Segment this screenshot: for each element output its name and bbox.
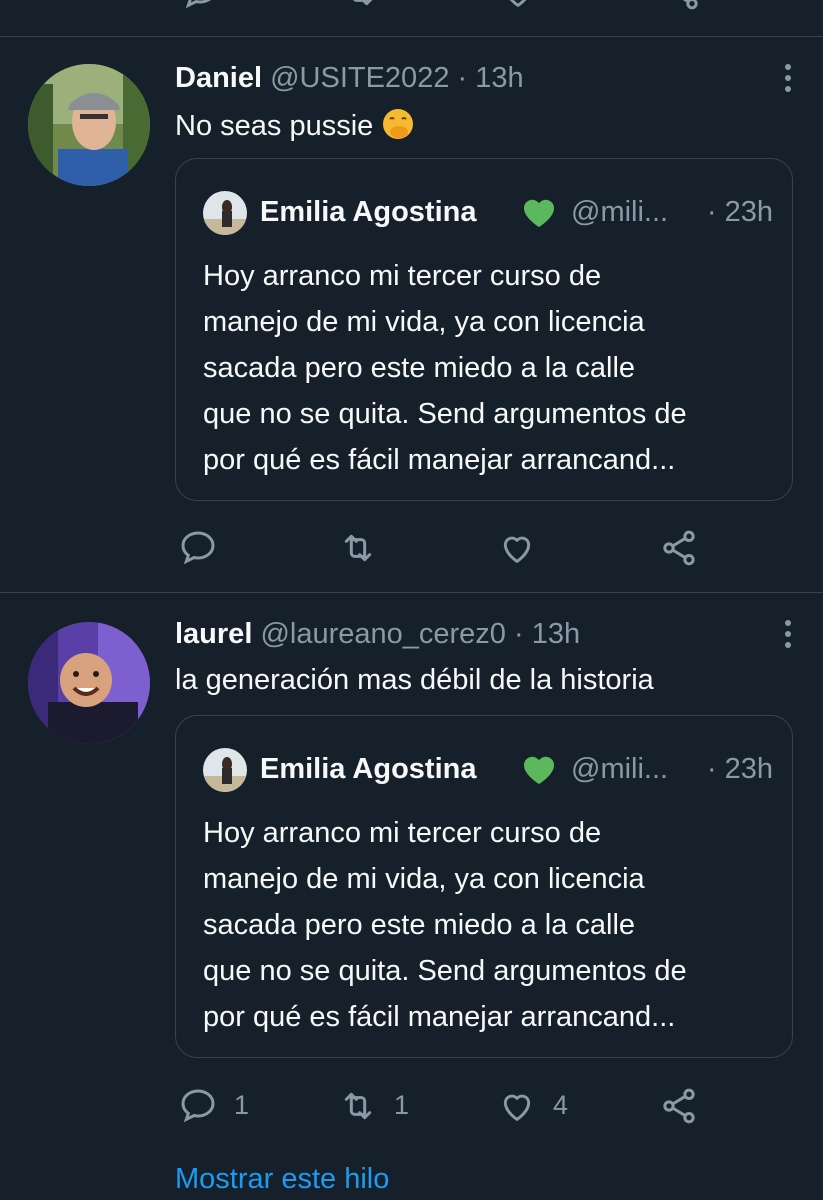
retweet-icon[interactable] bbox=[340, 0, 380, 17]
green-heart-icon bbox=[521, 752, 557, 791]
green-heart-icon bbox=[521, 195, 557, 234]
timestamp[interactable]: 13h bbox=[532, 618, 580, 650]
tweet-text: No seas pussie bbox=[175, 107, 415, 149]
like-icon bbox=[503, 1094, 531, 1121]
author-name[interactable]: Daniel bbox=[175, 62, 262, 94]
quoted-tweet[interactable]: Emilia Agostina @mili... · 23h Hoy arran… bbox=[175, 158, 793, 501]
author-handle[interactable]: @laureano_cerez0 bbox=[260, 618, 505, 650]
reply-icon[interactable] bbox=[180, 0, 220, 17]
man-with-cap-avatar[interactable] bbox=[28, 64, 150, 186]
quote-timestamp: · 23h bbox=[706, 753, 773, 785]
smiling-child-avatar[interactable] bbox=[28, 622, 150, 744]
quote-author-name: Emilia Agostina bbox=[260, 753, 477, 785]
face-with-hand-over-mouth-icon bbox=[381, 107, 415, 149]
quote-text: Hoy arranco mi tercer curso de manejo de… bbox=[203, 253, 773, 483]
quote-line: manejo de mi vida, ya con licencia bbox=[203, 863, 645, 895]
tweet-body: No seas pussie bbox=[175, 110, 374, 142]
quote-header: Emilia Agostina @mili... · 23h bbox=[203, 191, 773, 235]
reply-icon bbox=[181, 531, 215, 565]
retweet-icon bbox=[344, 534, 372, 562]
more-icon[interactable] bbox=[783, 620, 793, 653]
quote-line: que no se quita. Send argumentos de bbox=[203, 398, 687, 430]
author-handle[interactable]: @USITE2022 bbox=[270, 62, 449, 94]
reply-icon bbox=[181, 1089, 215, 1123]
tweet-body: la generación mas débil de la historia bbox=[175, 664, 654, 696]
more-icon[interactable] bbox=[783, 64, 793, 97]
quote-line: que no se quita. Send argumentos de bbox=[203, 955, 687, 987]
tweet-actions bbox=[0, 526, 823, 570]
quote-line: Hoy arranco mi tercer curso de bbox=[203, 260, 602, 292]
quoted-tweet[interactable]: Emilia Agostina @mili... · 23h Hoy arran… bbox=[175, 715, 793, 1058]
quote-author-name: Emilia Agostina bbox=[260, 196, 477, 228]
tweet-laurel[interactable]: laurel @laureano_cerez0 · 13h la generac… bbox=[0, 592, 823, 1200]
tweet-daniel[interactable]: Daniel @USITE2022 · 13h No seas pussie E… bbox=[0, 36, 823, 592]
share-icon[interactable] bbox=[662, 0, 702, 17]
quote-author-avatar bbox=[203, 191, 247, 235]
quote-line: Hoy arranco mi tercer curso de bbox=[203, 817, 602, 849]
timestamp[interactable]: 13h bbox=[475, 62, 523, 94]
quote-line: por qué es fácil manejar arrancand... bbox=[203, 1001, 676, 1033]
share-icon bbox=[663, 530, 695, 566]
show-thread-link[interactable]: Mostrar este hilo bbox=[175, 1163, 389, 1196]
retweet-count: 1 bbox=[394, 1090, 410, 1120]
reply-count: 1 bbox=[234, 1090, 250, 1120]
tweet-actions: 1 1 4 bbox=[0, 1084, 823, 1128]
quote-line: sacada pero este miedo a la calle bbox=[203, 909, 636, 941]
quote-line: sacada pero este miedo a la calle bbox=[203, 352, 636, 384]
quote-timestamp: · 23h bbox=[706, 196, 773, 228]
quote-line: por qué es fácil manejar arrancand... bbox=[203, 444, 676, 476]
share-icon bbox=[663, 1088, 695, 1124]
like-icon bbox=[503, 536, 531, 563]
like-icon[interactable] bbox=[498, 0, 538, 17]
like-count: 4 bbox=[553, 1090, 569, 1120]
quote-header: Emilia Agostina @mili... · 23h bbox=[203, 748, 773, 792]
quote-text: Hoy arranco mi tercer curso de manejo de… bbox=[203, 810, 773, 1040]
previous-tweet-actions bbox=[0, 0, 823, 12]
quote-line: manejo de mi vida, ya con licencia bbox=[203, 306, 645, 338]
quote-author-handle: @mili... bbox=[571, 196, 669, 228]
tweet-header: Daniel @USITE2022 · 13h bbox=[175, 61, 524, 95]
retweet-icon bbox=[344, 1092, 372, 1120]
quote-author-handle: @mili... bbox=[571, 753, 669, 785]
separator: · bbox=[457, 62, 468, 94]
author-name[interactable]: laurel bbox=[175, 618, 252, 650]
tweet-header: laurel @laureano_cerez0 · 13h bbox=[175, 617, 580, 651]
tweet-text: la generación mas débil de la historia bbox=[175, 663, 654, 697]
separator: · bbox=[513, 618, 524, 650]
quote-author-avatar bbox=[203, 748, 247, 792]
